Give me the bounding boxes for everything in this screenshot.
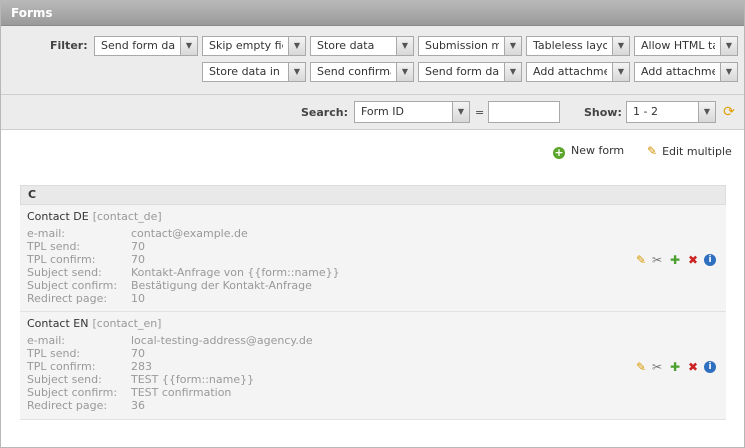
field-row: e-mail: local-testing-address@agency.de	[27, 334, 313, 347]
chevron-down-icon: ▼	[612, 37, 629, 55]
filter-tableless-select[interactable]: Tableless layout▼	[526, 36, 630, 56]
field-row: TPL send: 70	[27, 347, 145, 360]
chevron-down-icon: ▼	[180, 37, 197, 55]
filter-submission-method-select[interactable]: Submission meth▼	[418, 36, 522, 56]
edit-multiple-icon: ✎	[647, 144, 658, 158]
row-actions: ✎ ✂ ✚ ✖ i	[634, 253, 720, 267]
show-label: Show:	[584, 106, 622, 119]
filter-add-attachment-2-select[interactable]: Add attachment▼	[634, 62, 738, 82]
x-icon[interactable]: ✖	[686, 253, 700, 267]
chevron-down-icon: ▼	[288, 63, 305, 81]
filter-skip-empty-select[interactable]: Skip empty fields▼	[202, 36, 306, 56]
edit-multiple-button[interactable]: ✎ Edit multiple	[647, 144, 732, 158]
x-icon[interactable]: ✖	[686, 360, 700, 374]
search-label: Search:	[301, 106, 348, 119]
field-row: Subject send: Kontakt-Anfrage von {{form:…	[27, 266, 340, 279]
filter-bar: Filter: Send form data v▼ Skip empty fie…	[1, 26, 744, 95]
chevron-down-icon: ▼	[452, 102, 469, 122]
chevron-down-icon: ▼	[720, 37, 737, 55]
search-input[interactable]	[488, 101, 560, 123]
info-icon[interactable]: i	[704, 254, 716, 266]
plus-circle-icon: +	[553, 146, 565, 159]
list-item: Contact DE [contact_de] e-mail: contact@ex…	[20, 205, 726, 312]
chevron-down-icon: ▼	[396, 63, 413, 81]
filter-allow-html-select[interactable]: Allow HTML tags▼	[634, 36, 738, 56]
chevron-down-icon: ▼	[504, 37, 521, 55]
field-row: Subject confirm: Bestätigung der Kontakt-…	[27, 279, 312, 292]
filter-store-data-mode-select[interactable]: Store data in mo▼	[202, 62, 306, 82]
chevron-down-icon: ▼	[288, 37, 305, 55]
field-row: TPL confirm: 283	[27, 360, 152, 373]
filter-send-confirmation-select[interactable]: Send confirmati▼	[310, 62, 414, 82]
search-field-select[interactable]: Form ID ▼	[354, 101, 470, 123]
form-name: Contact EN [contact_en]	[27, 317, 162, 330]
chevron-down-icon: ▼	[504, 63, 521, 81]
group-title: C	[20, 185, 726, 205]
tools-icon[interactable]: ✂	[650, 253, 664, 267]
list-item: Contact EN [contact_en] e-mail: local-test…	[20, 312, 726, 420]
field-row: Redirect page: 10	[27, 292, 145, 305]
row-actions: ✎ ✂ ✚ ✖ i	[634, 360, 720, 374]
field-row: TPL send: 70	[27, 240, 145, 253]
new-form-button[interactable]: + New form	[553, 144, 624, 159]
filter-label: Filter:	[50, 39, 88, 52]
panel-title: Forms	[1, 1, 744, 26]
plus-icon[interactable]: ✚	[668, 360, 682, 374]
field-row: TPL confirm: 70	[27, 253, 145, 266]
info-icon[interactable]: i	[704, 361, 716, 373]
chevron-down-icon: ▼	[396, 37, 413, 55]
field-row: Subject confirm: TEST confirmation	[27, 386, 232, 399]
forms-panel: Forms Filter: Send form data v▼ Skip emp…	[0, 0, 745, 448]
field-row: Redirect page: 36	[27, 399, 145, 412]
tools-icon[interactable]: ✂	[650, 360, 664, 374]
form-group: C Contact DE [contact_de] e-mail: contact@…	[20, 185, 726, 420]
field-row: Subject send: TEST {{form::name}}	[27, 373, 255, 386]
field-row: e-mail: contact@example.de	[27, 227, 248, 240]
filter-send-form-data-select[interactable]: Send form data v▼	[94, 36, 198, 56]
refresh-icon[interactable]: ⟳	[721, 104, 737, 120]
filter-send-form-data-2-select[interactable]: Send form data v▼	[418, 62, 522, 82]
chevron-down-icon: ▼	[720, 63, 737, 81]
chevron-down-icon: ▼	[612, 63, 629, 81]
filter-store-data-select[interactable]: Store data ▼	[310, 36, 414, 56]
pencil-icon[interactable]: ✎	[634, 360, 648, 374]
plus-icon[interactable]: ✚	[668, 253, 682, 267]
search-bar: Search: Form ID ▼ = Show: 1 - 2 ▼	[1, 95, 744, 130]
show-range-select[interactable]: 1 - 2 ▼	[626, 101, 716, 123]
pencil-icon[interactable]: ✎	[634, 253, 648, 267]
filter-add-attachment-select[interactable]: Add attachment▼	[526, 62, 630, 82]
chevron-down-icon: ▼	[698, 102, 715, 122]
form-name: Contact DE [contact_de]	[27, 210, 162, 223]
search-operator: =	[475, 106, 485, 119]
